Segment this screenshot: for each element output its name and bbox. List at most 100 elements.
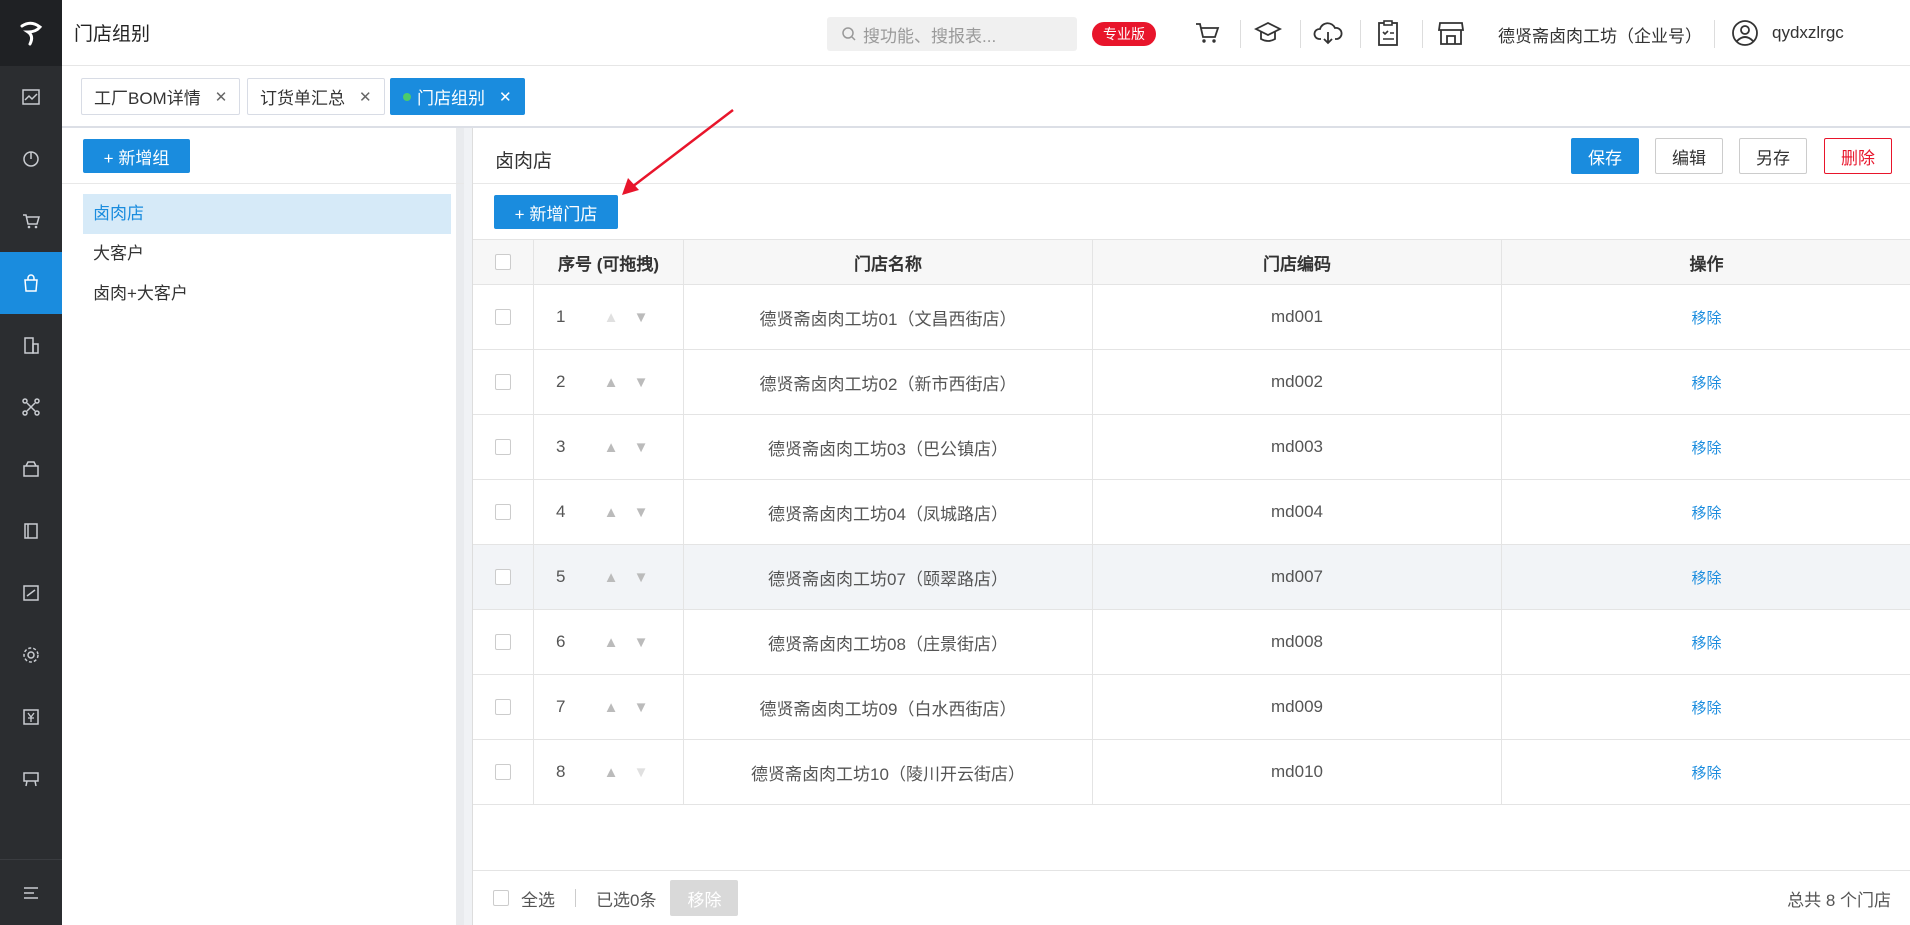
dashboard-icon[interactable]: [0, 66, 62, 128]
header-seq: 序号 (可拖拽): [534, 240, 684, 284]
pro-edition-badge[interactable]: 专业版: [1092, 22, 1156, 46]
remove-link[interactable]: 移除: [1691, 697, 1721, 718]
report-icon[interactable]: [0, 562, 62, 624]
arrow-down-icon[interactable]: ▼: [626, 309, 656, 326]
row-seq: 7: [556, 697, 566, 716]
search-input[interactable]: 搜功能、搜报表...: [827, 17, 1077, 51]
tab-order-summary[interactable]: 订货单汇总 ✕: [247, 78, 385, 115]
close-icon[interactable]: ✕: [215, 88, 228, 106]
tab-factory-bom[interactable]: 工厂BOM详情 ✕: [81, 78, 241, 115]
username[interactable]: qydxzlrgc: [1772, 23, 1844, 43]
remove-link[interactable]: 移除: [1691, 372, 1721, 393]
group-item-luroudian[interactable]: 卤肉店: [83, 194, 451, 234]
remove-link[interactable]: 移除: [1691, 762, 1721, 783]
arrow-down-icon[interactable]: ▼: [626, 699, 656, 716]
row-seq: 8: [556, 762, 566, 781]
table-row[interactable]: 4 ▲ ▼ 德贤斋卤肉工坊04（凤城路店） md004 移除: [473, 480, 1910, 545]
academy-icon[interactable]: [1253, 18, 1283, 48]
remove-link[interactable]: 移除: [1691, 502, 1721, 523]
group-list-panel: + 新增组 卤肉店 大客户 卤肉+大客户: [62, 128, 464, 925]
select-all-label[interactable]: 全选: [521, 886, 555, 911]
header-store-name: 门店名称: [684, 240, 1093, 284]
row-checkbox[interactable]: [495, 439, 511, 455]
group-item-dakehu[interactable]: 大客户: [83, 234, 451, 274]
add-store-button[interactable]: + 新增门店: [494, 195, 618, 229]
book-icon[interactable]: [0, 500, 62, 562]
remove-link[interactable]: 移除: [1691, 437, 1721, 458]
company-name[interactable]: 德贤斋卤肉工坊（企业号）: [1498, 22, 1702, 47]
header-actions: 操作: [1689, 254, 1724, 274]
row-checkbox[interactable]: [495, 634, 511, 650]
remove-link[interactable]: 移除: [1691, 307, 1721, 328]
network-icon[interactable]: [0, 376, 62, 438]
cart-icon[interactable]: [0, 190, 62, 252]
arrow-up-icon[interactable]: ▲: [596, 439, 626, 456]
row-checkbox[interactable]: [495, 764, 511, 780]
table-row[interactable]: 3 ▲ ▼ 德贤斋卤肉工坊03（巴公镇店） md003 移除: [473, 415, 1910, 480]
arrow-down-icon[interactable]: ▼: [626, 374, 656, 391]
arrow-down-icon[interactable]: ▼: [626, 439, 656, 456]
select-all-checkbox[interactable]: [495, 254, 511, 270]
row-seq: 2: [556, 372, 566, 391]
user-avatar-icon[interactable]: [1730, 18, 1760, 48]
row-checkbox[interactable]: [495, 569, 511, 585]
table-row[interactable]: 8 ▲ ▼ 德贤斋卤肉工坊10（陵川开云街店） md010 移除: [473, 740, 1910, 805]
cart-icon[interactable]: [1192, 18, 1222, 48]
arrow-up-icon[interactable]: ▲: [596, 764, 626, 781]
footer-select-all-checkbox[interactable]: [493, 890, 509, 906]
bulk-remove-button[interactable]: 移除: [670, 880, 739, 916]
delete-button[interactable]: 删除: [1824, 138, 1892, 174]
arrow-down-icon[interactable]: ▼: [626, 634, 656, 651]
row-seq: 5: [556, 567, 566, 586]
row-checkbox[interactable]: [495, 699, 511, 715]
row-checkbox[interactable]: [495, 504, 511, 520]
arrow-up-icon[interactable]: ▲: [596, 569, 626, 586]
arrow-up-icon[interactable]: ▲: [596, 699, 626, 716]
arrow-up-icon[interactable]: ▲: [596, 634, 626, 651]
table-row[interactable]: 5 ▲ ▼ 德贤斋卤肉工坊07（颐翠路店） md007 移除: [473, 545, 1910, 610]
page-tabs: 工厂BOM详情 ✕ 订货单汇总 ✕ 门店组别 ✕: [62, 66, 1910, 128]
remove-link[interactable]: 移除: [1691, 567, 1721, 588]
add-group-button[interactable]: + 新增组: [83, 139, 190, 173]
building-icon[interactable]: [0, 314, 62, 376]
row-checkbox[interactable]: [495, 309, 511, 325]
close-icon[interactable]: ✕: [359, 88, 372, 106]
arrow-down-icon[interactable]: ▼: [626, 764, 656, 781]
tab-label: 门店组别: [417, 89, 485, 108]
table-footer: 全选 已选0条 移除 总共 8 个门店: [473, 871, 1910, 925]
finance-icon[interactable]: [0, 686, 62, 748]
shop-icon[interactable]: [0, 748, 62, 810]
remove-link[interactable]: 移除: [1691, 632, 1721, 653]
table-row[interactable]: 2 ▲ ▼ 德贤斋卤肉工坊02（新市西街店） md002 移除: [473, 350, 1910, 415]
box-icon[interactable]: [0, 438, 62, 500]
table-row[interactable]: 7 ▲ ▼ 德贤斋卤肉工坊09（白水西街店） md009 移除: [473, 675, 1910, 740]
row-store-code: md002: [1093, 350, 1502, 414]
clipboard-icon[interactable]: [1373, 18, 1403, 48]
table-row[interactable]: 6 ▲ ▼ 德贤斋卤肉工坊08（庄景街店） md008 移除: [473, 610, 1910, 675]
arrow-down-icon[interactable]: ▼: [626, 504, 656, 521]
row-checkbox[interactable]: [495, 374, 511, 390]
close-icon[interactable]: ✕: [499, 88, 512, 106]
save-button[interactable]: 保存: [1571, 138, 1639, 174]
arrow-down-icon[interactable]: ▼: [626, 569, 656, 586]
arrow-up-icon[interactable]: ▲: [596, 374, 626, 391]
store-icon[interactable]: [1436, 18, 1466, 48]
group-item-luroudakehu[interactable]: 卤肉+大客户: [83, 274, 451, 314]
store-bag-icon[interactable]: [0, 252, 62, 314]
edit-button[interactable]: 编辑: [1655, 138, 1723, 174]
row-store-name: 德贤斋卤肉工坊07（颐翠路店）: [684, 545, 1093, 609]
app-root: 门店组别 搜功能、搜报表... 专业版 德贤斋卤肉工坊（企业号） qydxzlr…: [0, 0, 1910, 925]
arrow-up-icon[interactable]: ▲: [596, 504, 626, 521]
row-store-name: 德贤斋卤肉工坊04（凤城路店）: [684, 480, 1093, 544]
collapse-menu-icon[interactable]: [0, 859, 62, 925]
app-logo[interactable]: [0, 0, 62, 66]
table-row[interactable]: 1 ▲ ▼ 德贤斋卤肉工坊01（文昌西街店） md001 移除: [473, 285, 1910, 350]
arrow-up-icon[interactable]: ▲: [596, 309, 626, 326]
tab-store-groups[interactable]: 门店组别 ✕: [390, 78, 525, 115]
row-seq: 6: [556, 632, 566, 651]
row-store-code: md003: [1093, 415, 1502, 479]
settings-icon[interactable]: [0, 624, 62, 686]
chart-icon[interactable]: [0, 128, 62, 190]
save-as-button[interactable]: 另存: [1739, 138, 1807, 174]
cloud-download-icon[interactable]: [1313, 18, 1343, 48]
